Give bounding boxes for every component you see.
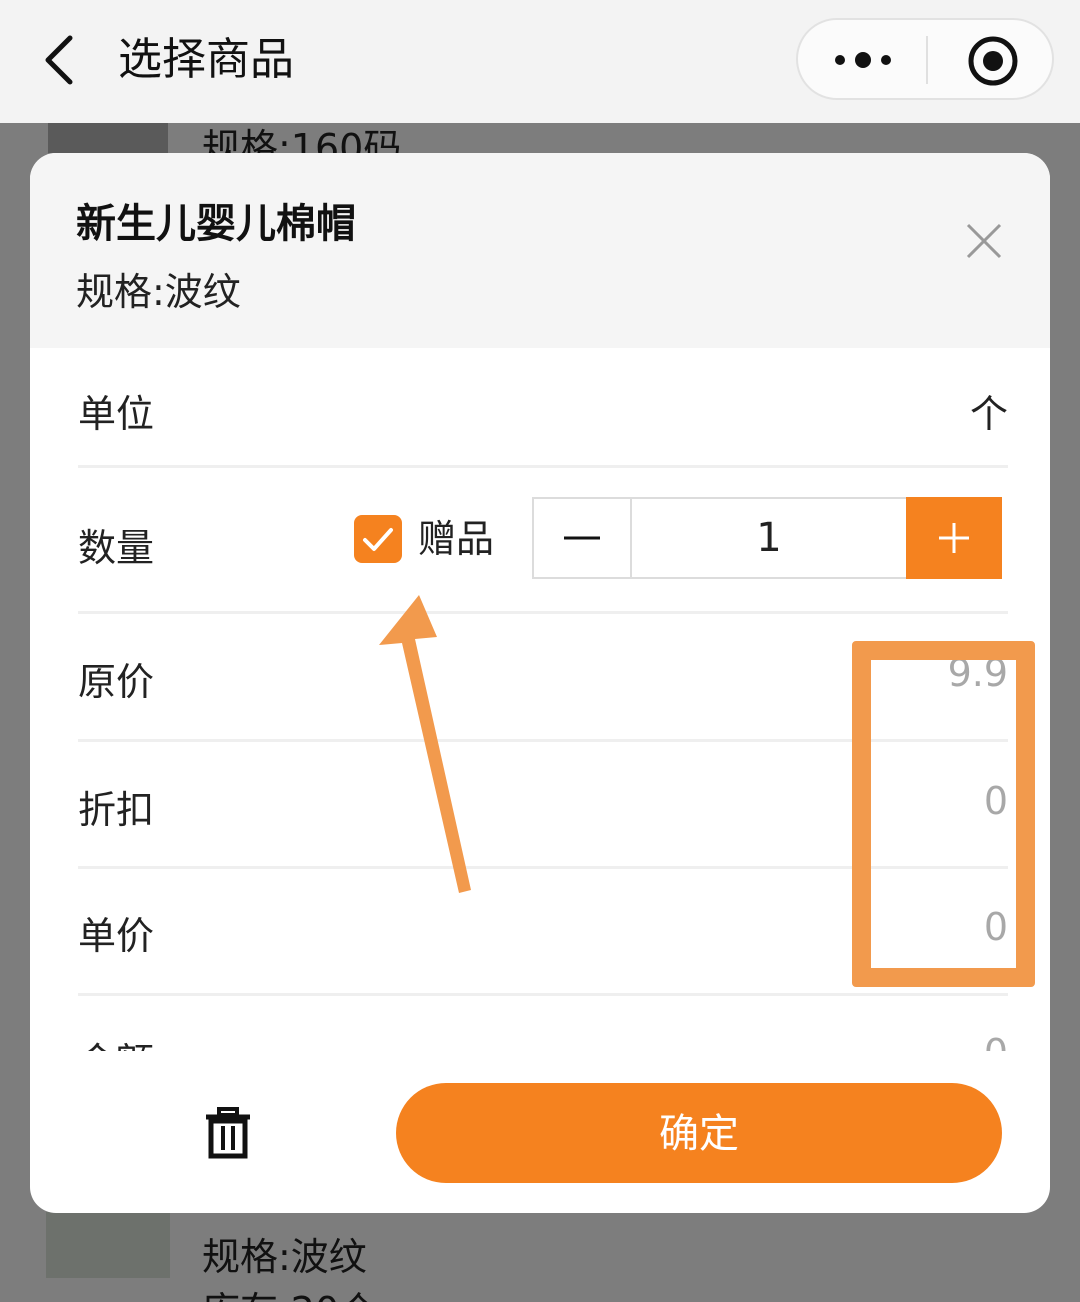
original-price-value: 9.9 (947, 651, 1008, 695)
arrow-annotation-icon (379, 595, 471, 893)
discount-row[interactable]: 折扣 0 (78, 779, 1008, 832)
row-divider (78, 866, 1008, 869)
product-edit-dialog: 新生儿婴儿棉帽 规格:波纹 单位 个 数量 赠品 1 原价 9.9 折扣 0 单… (30, 153, 1050, 1213)
amount-row-clip: 金额 0 (30, 1025, 1050, 1051)
background-item-stock: 库存:20个 (202, 1280, 377, 1302)
background-item-spec: 规格:160码 (202, 126, 402, 153)
row-divider (78, 739, 1008, 742)
unit-label: 单位 (78, 392, 155, 436)
gift-label: 赠品 (418, 517, 495, 561)
nav-bar: 选择商品 (0, 0, 1080, 123)
dialog-header: 新生儿婴儿棉帽 规格:波纹 (30, 153, 1050, 348)
row-divider (78, 611, 1008, 614)
row-divider (78, 465, 1008, 468)
gift-checkbox[interactable] (354, 515, 402, 563)
unit-value: 个 (969, 392, 1008, 436)
original-price-row[interactable]: 原价 9.9 (78, 651, 1008, 704)
product-thumbnail (46, 1212, 170, 1278)
unit-price-row[interactable]: 单价 0 (78, 905, 1008, 958)
quantity-stepper: 1 (532, 497, 1002, 579)
original-price-label: 原价 (78, 660, 155, 704)
close-icon[interactable] (962, 219, 1006, 263)
discount-label: 折扣 (78, 788, 155, 832)
quantity-input[interactable]: 1 (632, 499, 906, 577)
increase-button[interactable] (906, 497, 1002, 579)
product-spec: 规格:波纹 (76, 270, 241, 314)
unit-row[interactable]: 单位 个 (78, 383, 1008, 436)
mini-program-capsule (796, 18, 1054, 100)
confirm-button[interactable]: 确定 (396, 1083, 1002, 1183)
capsule-divider (926, 36, 928, 84)
page-title: 选择商品 (118, 34, 294, 85)
more-dots-icon[interactable] (828, 40, 898, 80)
unit-price-label: 单价 (78, 914, 155, 958)
quantity-label: 数量 (78, 526, 155, 570)
back-arrow-icon[interactable] (36, 30, 86, 90)
amount-label: 金额 (78, 1031, 154, 1051)
plus-icon (939, 523, 969, 553)
close-mini-program-icon[interactable] (966, 34, 1020, 88)
checkmark-icon (363, 528, 393, 551)
amount-value: 0 (984, 1031, 1008, 1051)
product-name: 新生儿婴儿棉帽 (76, 201, 356, 247)
row-divider (78, 993, 1008, 996)
minus-icon (564, 536, 600, 540)
discount-value: 0 (983, 779, 1008, 823)
unit-price-value: 0 (983, 905, 1008, 949)
decrease-button[interactable] (534, 499, 632, 577)
product-thumbnail (48, 123, 168, 153)
trash-icon[interactable] (204, 1107, 252, 1159)
background-item-spec: 规格:波纹 (202, 1235, 367, 1279)
background-list-item: 规格:160码 (0, 123, 1080, 153)
background-list-item: 规格:波纹 库存:20个 (0, 1212, 1080, 1302)
amount-row[interactable]: 金额 0 (78, 1031, 1008, 1051)
